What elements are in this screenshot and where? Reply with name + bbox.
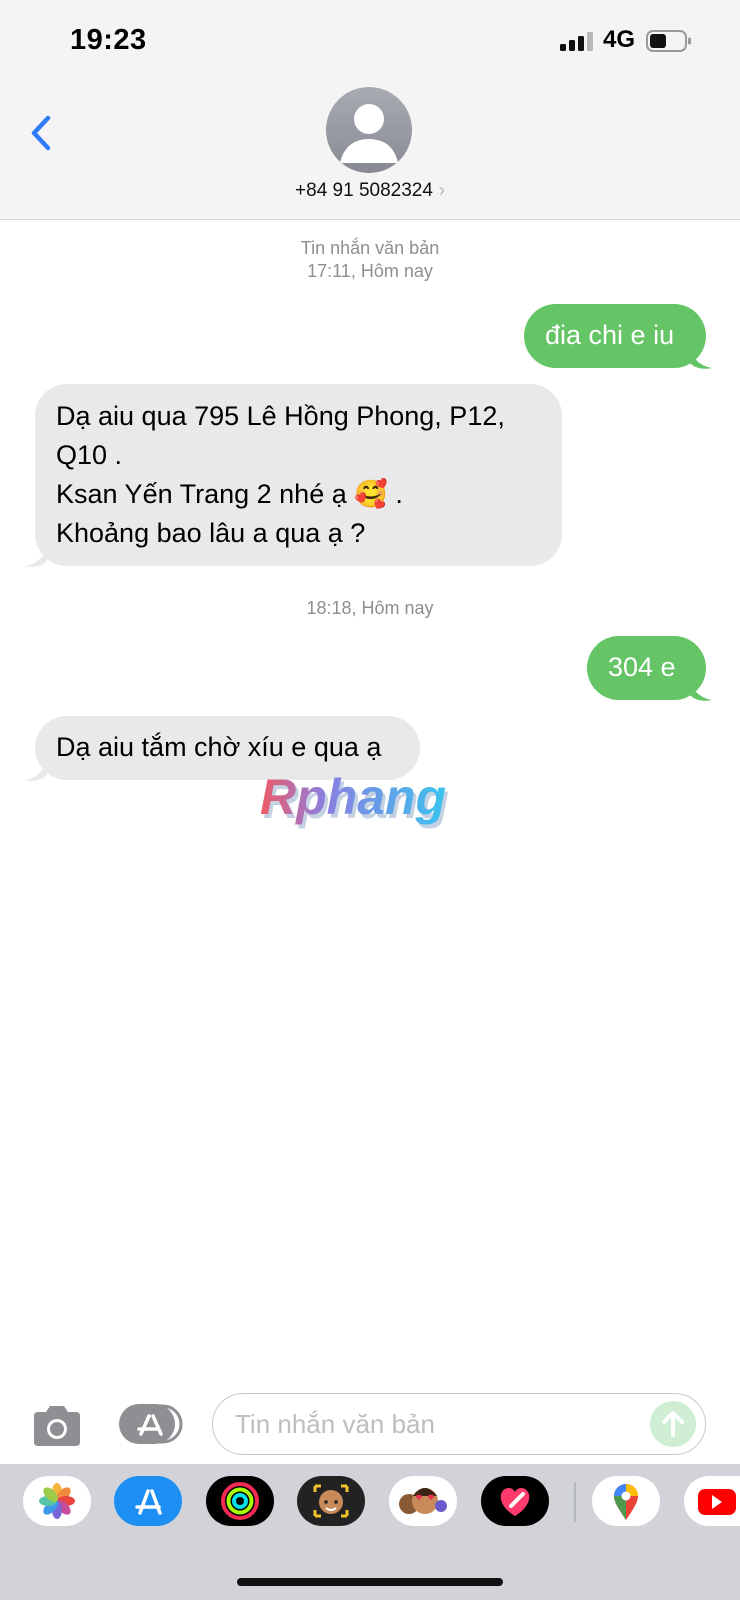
message-text: Dạ aiu tắm chờ xíu e qua ạ <box>56 732 382 762</box>
timestamp-time: 17:11, <box>307 261 356 281</box>
message-composer <box>0 1380 740 1460</box>
message-text: Dạ aiu qua 795 Lê Hồng Phong, P12, <box>56 401 505 431</box>
maps-icon[interactable] <box>592 1476 660 1526</box>
message-text: 304 e <box>608 652 676 682</box>
contact-phone-number[interactable]: +84 91 5082324 <box>295 180 433 201</box>
received-message-bubble[interactable]: Dạ aiu qua 795 Lê Hồng Phong, P12, Q10 .… <box>35 384 562 566</box>
bubble-tail <box>25 546 47 567</box>
memoji-icon[interactable] <box>297 1476 365 1526</box>
send-button[interactable] <box>650 1401 696 1447</box>
youtube-icon[interactable] <box>684 1476 740 1526</box>
bubble-tail <box>25 760 47 781</box>
status-bar: 19:23 4G <box>0 0 740 80</box>
svg-text:Rphang: Rphang <box>260 770 446 825</box>
photos-icon[interactable] <box>23 1476 91 1526</box>
network-type: 4G <box>603 26 636 53</box>
contact-avatar[interactable] <box>326 87 412 173</box>
cellular-signal-icon <box>560 32 593 51</box>
message-input[interactable] <box>212 1393 706 1455</box>
animoji-stickers-icon[interactable] <box>389 1476 457 1526</box>
message-text: Khoảng bao lâu a qua ạ ? <box>56 518 366 548</box>
timestamp-day: Hôm nay <box>360 261 433 281</box>
message-text: . <box>387 479 403 509</box>
message-text: Q10 . <box>56 440 123 470</box>
digital-touch-icon[interactable] <box>481 1476 549 1526</box>
tray-divider <box>574 1482 576 1522</box>
message-type-label: Tin nhắn văn bản <box>300 238 440 258</box>
back-chevron-icon[interactable] <box>26 110 58 156</box>
watermark-logo: Rphang Rphang <box>260 770 449 829</box>
message-timestamp: Tin nhắn văn bản 17:11, Hôm nay <box>0 237 740 283</box>
status-time: 19:23 <box>70 24 147 56</box>
conversation-header: +84 91 5082324 › <box>0 80 740 220</box>
message-text: Ksan Yến Trang 2 nhé ạ <box>56 479 355 509</box>
smiling-face-with-hearts-emoji: 🥰 <box>354 479 388 509</box>
camera-icon[interactable] <box>30 1404 84 1448</box>
battery-icon <box>646 30 691 52</box>
sent-message-bubble[interactable]: đia chi e iu <box>524 304 706 368</box>
person-silhouette-icon <box>340 104 398 163</box>
home-indicator[interactable] <box>237 1578 503 1586</box>
app-store-icon[interactable] <box>114 1476 182 1526</box>
sent-message-bubble[interactable]: 304 e <box>587 636 706 700</box>
arrow-up-icon <box>662 1411 684 1437</box>
activity-icon[interactable] <box>206 1476 274 1526</box>
bubble-tail <box>690 348 712 369</box>
app-store-apps-icon[interactable] <box>119 1402 185 1446</box>
timestamp-day: Hôm nay <box>361 598 434 618</box>
timestamp-time: 18:18, <box>306 598 357 618</box>
bubble-tail <box>690 680 712 701</box>
contact-name-row[interactable]: +84 91 5082324 › <box>0 180 740 202</box>
message-timestamp: 18:18, Hôm nay <box>0 597 740 620</box>
message-text: đia chi e iu <box>545 320 675 350</box>
chevron-right-icon: › <box>438 180 445 200</box>
